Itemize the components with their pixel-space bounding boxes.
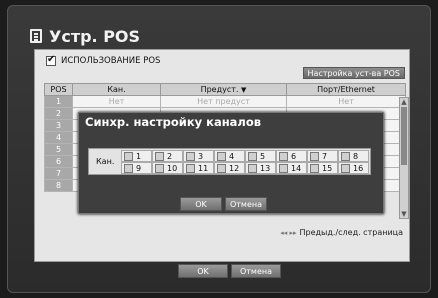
dialog-ok-button[interactable]: OK: [180, 197, 222, 211]
channel-checkbox[interactable]: [310, 163, 319, 173]
channel-number: 14: [291, 163, 302, 173]
pos-cell: 7: [44, 167, 73, 180]
channel-option[interactable]: 2: [152, 150, 183, 162]
title-bar: Устр. POS: [30, 26, 140, 46]
pos-cell: 5: [44, 143, 73, 156]
channel-checkbox[interactable]: [279, 151, 288, 161]
channel-number: 1: [136, 151, 142, 161]
channel-option[interactable]: 3: [183, 150, 214, 162]
channel-checkbox[interactable]: [217, 163, 226, 173]
channel-option[interactable]: 9: [121, 162, 152, 174]
scroll-thumb[interactable]: [401, 107, 407, 165]
pos-cell: 8: [44, 179, 73, 192]
channel-option[interactable]: 16: [338, 162, 369, 174]
document-icon: [30, 29, 42, 43]
channel-checkbox[interactable]: [248, 151, 257, 161]
channel-selector: Кан. 1 2 3 4 5 6 7 8 9 10 11 12 13 14 15…: [88, 148, 371, 175]
channel-checkbox[interactable]: [279, 163, 288, 173]
col-channel: Кан.: [72, 83, 161, 96]
channel-checkbox[interactable]: [341, 151, 350, 161]
cancel-button[interactable]: Отмена: [231, 264, 281, 278]
pager-hint-label: Предыд./след. страница: [299, 228, 404, 237]
channel-number: 13: [260, 163, 271, 173]
channel-grid: 1 2 3 4 5 6 7 8 9 10 11 12 13 14 15 16: [121, 150, 370, 174]
scroll-up-icon[interactable]: ▲: [400, 98, 408, 106]
channel-number: 2: [167, 151, 173, 161]
channel-checkbox[interactable]: [124, 163, 133, 173]
col-pos: POS: [44, 83, 73, 96]
channel-checkbox[interactable]: [217, 151, 226, 161]
ok-button[interactable]: OK: [178, 264, 228, 278]
table-scrollbar[interactable]: ▲ ▼: [399, 97, 409, 219]
channel-row: 1 2 3 4 5 6 7 8: [121, 150, 370, 162]
channel-number: 12: [229, 163, 240, 173]
channel-checkbox[interactable]: [155, 151, 164, 161]
channel-option[interactable]: 12: [214, 162, 245, 174]
col-port: Порт/Ethernet: [286, 83, 406, 96]
channel-option[interactable]: 14: [276, 162, 307, 174]
channel-number: 4: [229, 151, 235, 161]
pos-cell: 2: [44, 107, 73, 120]
port-cell[interactable]: Нет: [286, 95, 406, 108]
channel-option[interactable]: 13: [245, 162, 276, 174]
col-preset-label: Предуст.: [200, 85, 239, 94]
channel-checkbox[interactable]: [310, 151, 319, 161]
prev-next-icon: ◂◂ ▸▸: [280, 229, 297, 237]
channel-checkbox[interactable]: [155, 163, 164, 173]
pos-cell: 3: [44, 119, 73, 132]
channel-checkbox[interactable]: [186, 151, 195, 161]
channel-label: Кан.: [96, 157, 115, 166]
use-pos-checkbox[interactable]: [46, 54, 56, 66]
channel-row: 9 10 11 12 13 14 15 16: [121, 162, 370, 174]
col-preset[interactable]: Предуст. ▼: [160, 83, 287, 96]
page-title: Устр. POS: [49, 26, 141, 46]
pager-hint: ◂◂ ▸▸ Предыд./след. страница: [280, 228, 403, 237]
channel-option[interactable]: 6: [276, 150, 307, 162]
pos-cell: 1: [44, 95, 73, 108]
channel-option[interactable]: 5: [245, 150, 276, 162]
dialog-title: Синхр. настройку каналов: [85, 115, 262, 129]
channel-option[interactable]: 1: [121, 150, 152, 162]
use-pos-row[interactable]: ИСПОЛЬЗОВАНИЕ POS: [46, 54, 161, 66]
channel-number: 10: [167, 163, 178, 173]
pos-settings-button[interactable]: Настройка уст-ва POS: [302, 67, 405, 79]
channel-option[interactable]: 4: [214, 150, 245, 162]
channel-number: 11: [198, 163, 209, 173]
channel-option[interactable]: 7: [307, 150, 338, 162]
channel-checkbox[interactable]: [341, 163, 350, 173]
channel-checkbox[interactable]: [248, 163, 257, 173]
table-row[interactable]: 1 Нет Нет предуст Нет: [44, 95, 406, 108]
channel-option[interactable]: 15: [307, 162, 338, 174]
channel-checkbox[interactable]: [124, 151, 133, 161]
scroll-down-icon[interactable]: ▼: [400, 210, 408, 218]
pos-cell: 6: [44, 155, 73, 168]
channel-number: 3: [198, 151, 204, 161]
preset-cell[interactable]: Нет предуст: [160, 95, 287, 108]
channel-cell[interactable]: Нет: [72, 95, 161, 108]
pos-cell: 4: [44, 131, 73, 144]
channel-number: 6: [291, 151, 297, 161]
channel-number: 7: [322, 151, 328, 161]
dialog-cancel-button[interactable]: Отмена: [225, 197, 267, 211]
channel-sync-dialog: Синхр. настройку каналов Кан. 1 2 3 4 5 …: [78, 112, 384, 214]
chevron-down-icon: ▼: [241, 86, 247, 94]
channel-number: 9: [136, 163, 142, 173]
use-pos-label: ИСПОЛЬЗОВАНИЕ POS: [61, 56, 161, 66]
channel-checkbox[interactable]: [186, 163, 195, 173]
channel-number: 8: [353, 151, 359, 161]
channel-option[interactable]: 11: [183, 162, 214, 174]
footer-actions: OK Отмена: [178, 264, 281, 278]
dialog-actions: OK Отмена: [180, 197, 267, 211]
channel-option[interactable]: 8: [338, 150, 369, 162]
channel-option[interactable]: 10: [152, 162, 183, 174]
channel-number: 15: [322, 163, 333, 173]
channel-number: 5: [260, 151, 266, 161]
channel-number: 16: [353, 163, 364, 173]
